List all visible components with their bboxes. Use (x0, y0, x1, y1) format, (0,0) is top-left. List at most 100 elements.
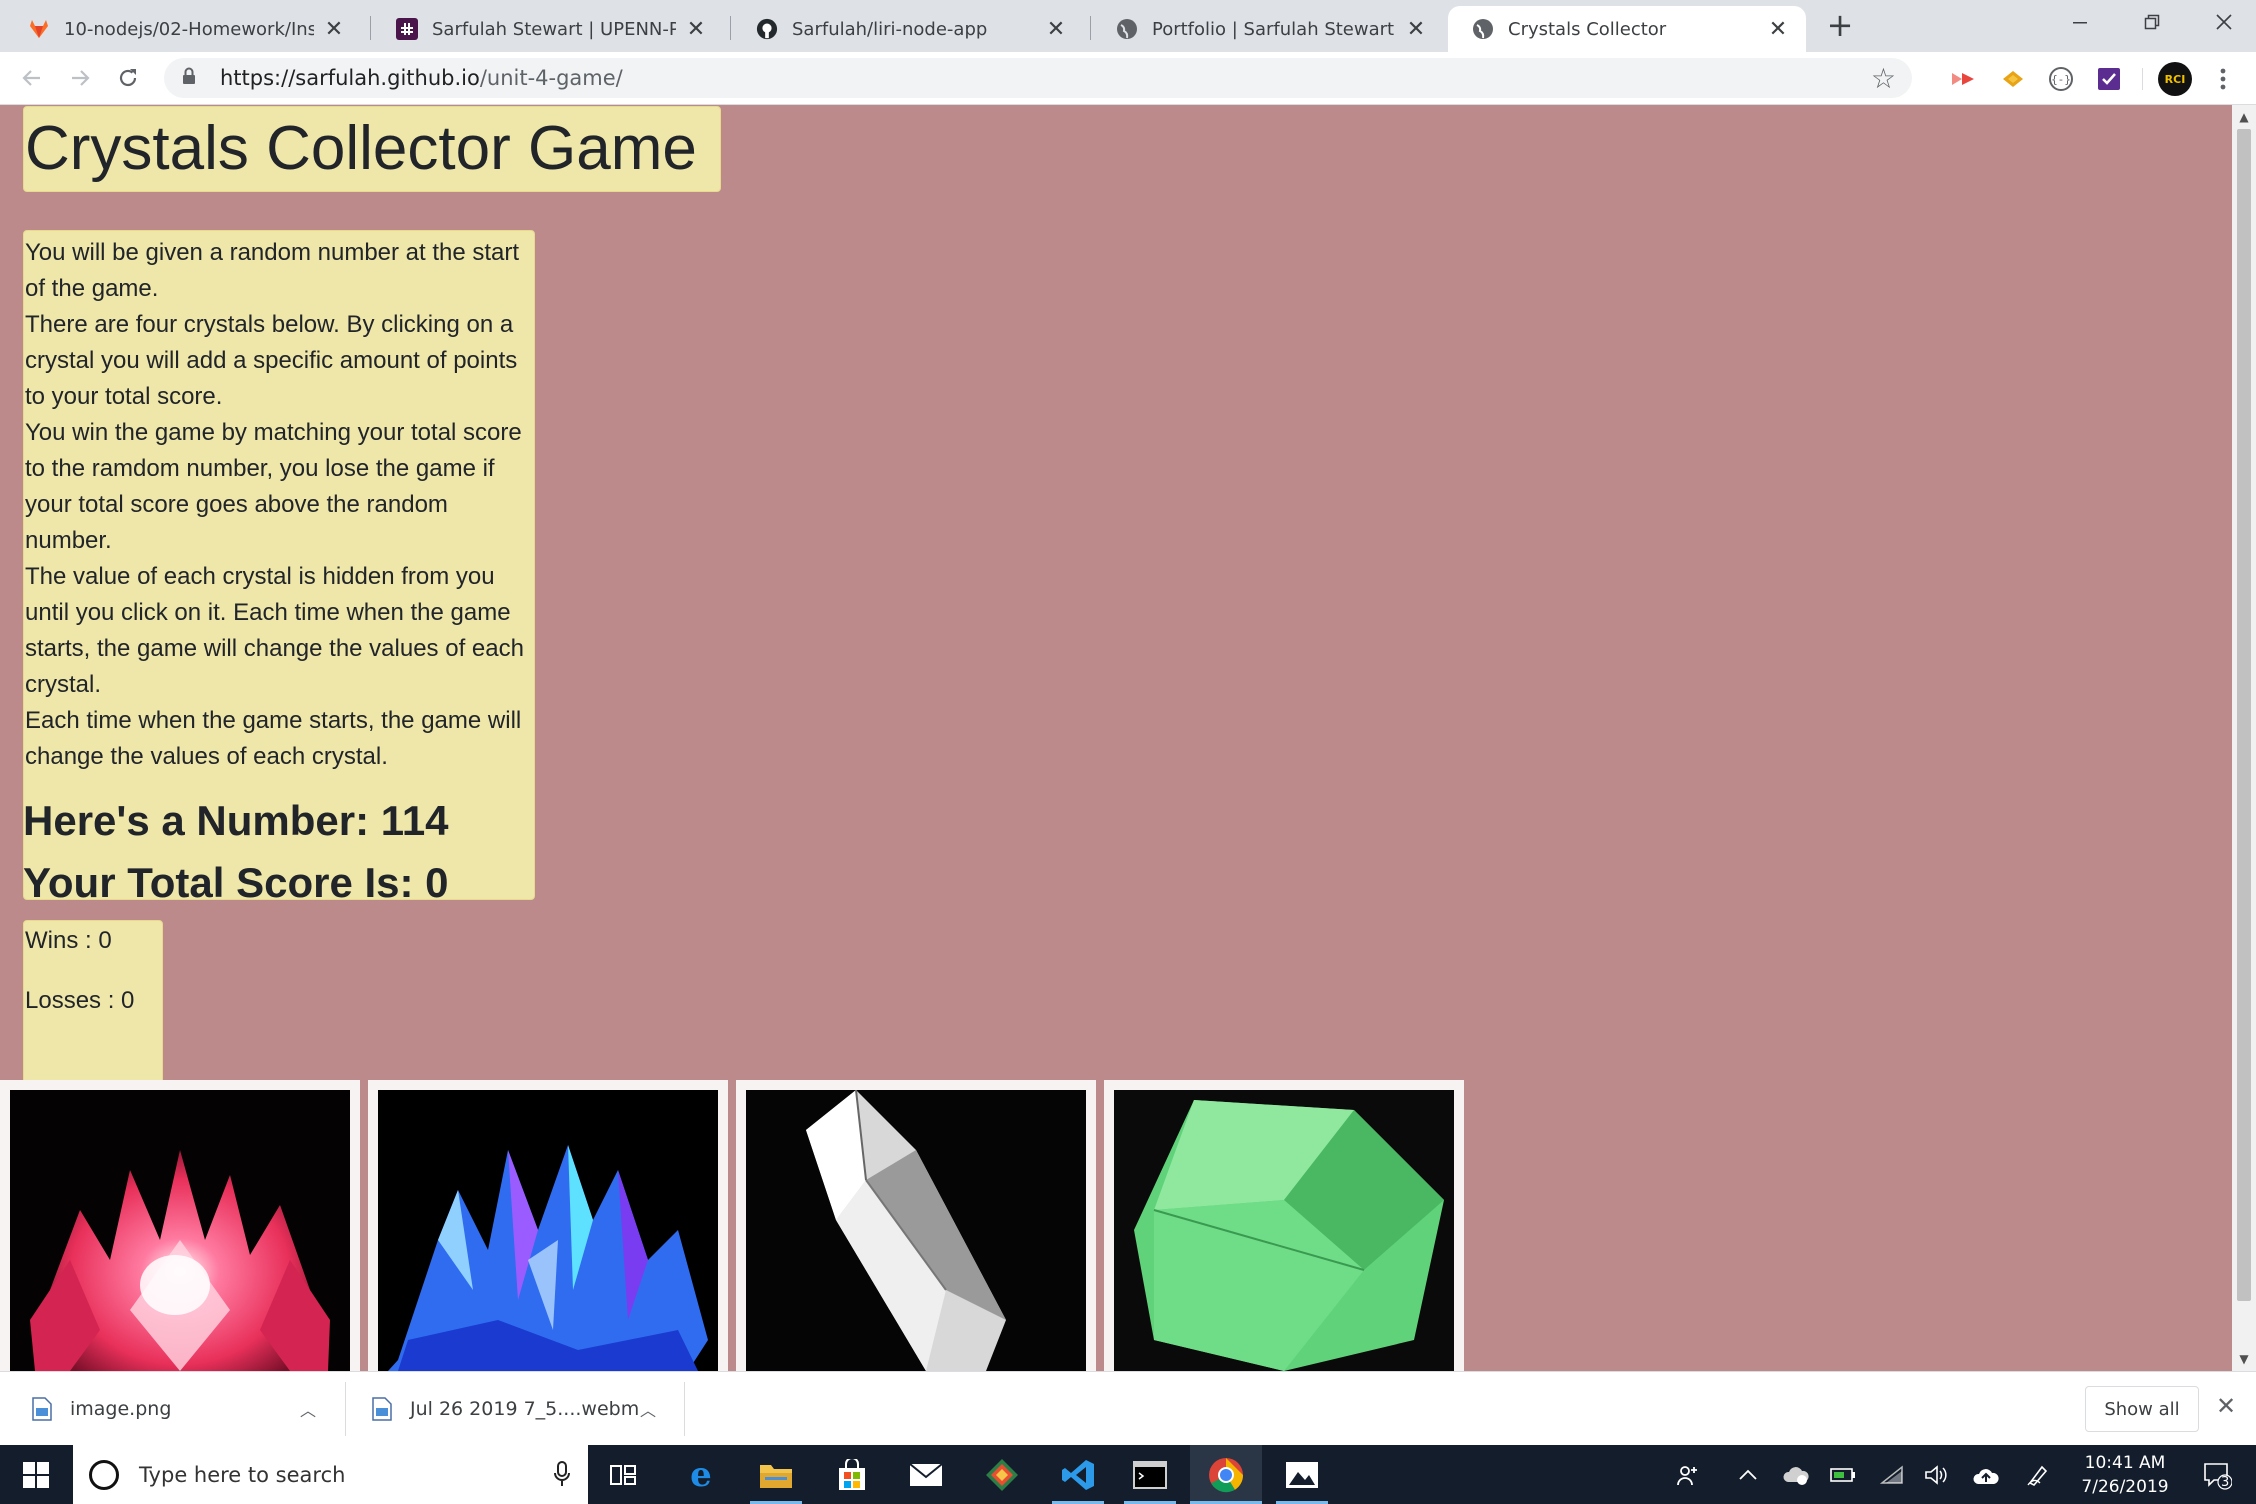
slack-icon (396, 18, 418, 40)
back-button[interactable] (14, 60, 50, 96)
minimize-icon (2073, 22, 2087, 24)
restore-icon (2144, 14, 2160, 30)
photos-icon[interactable] (1276, 1445, 1328, 1504)
wifi-icon[interactable] (1880, 1445, 1904, 1504)
task-view-icon[interactable] (600, 1445, 646, 1504)
scroll-up-arrow-icon[interactable]: ▲ (2232, 107, 2256, 127)
close-tab-icon[interactable]: ✕ (1766, 17, 1790, 42)
green-crystal-image (1114, 1090, 1454, 1371)
github-icon (756, 18, 778, 40)
show-all-downloads-button[interactable]: Show all (2085, 1386, 2199, 1432)
forward-button[interactable] (62, 60, 98, 96)
toolbar-separator (2142, 68, 2143, 90)
extension-purple-check-icon[interactable] (2094, 64, 2124, 94)
close-tab-icon[interactable]: ✕ (684, 17, 708, 42)
instruction-line: Each time when the game starts, the game… (25, 707, 522, 770)
upload-cloud-icon[interactable] (1972, 1445, 2000, 1504)
profile-avatar[interactable]: RCI (2158, 62, 2192, 96)
lock-icon (182, 67, 204, 89)
microphone-icon[interactable] (554, 1461, 570, 1493)
reload-button[interactable] (110, 60, 146, 96)
cortana-circle-icon (89, 1459, 119, 1490)
close-shelf-icon[interactable]: ✕ (2216, 1392, 2236, 1420)
microsoft-store-icon[interactable] (826, 1445, 878, 1504)
tab-portfolio[interactable]: Portfolio | Sarfulah Stewart ✕ (1092, 6, 1444, 52)
pen-workspace-icon[interactable] (2026, 1445, 2050, 1504)
close-tab-icon[interactable]: ✕ (1404, 17, 1428, 42)
tab-title: Sarfulah Stewart | UPENN-PHI-FS (432, 18, 676, 40)
bookmark-star-icon[interactable]: ☆ (1871, 62, 1896, 95)
extension-code-bracket-icon[interactable]: {-} (2046, 64, 2076, 94)
clock-date: 7/26/2019 (2081, 1477, 2169, 1497)
chrome-taskbar-icon[interactable] (1190, 1445, 1262, 1504)
pink-crystal-image (10, 1090, 350, 1371)
wins-counter: Wins : 0 (25, 927, 112, 954)
tab-slack[interactable]: Sarfulah Stewart | UPENN-PHI-FS ✕ (372, 6, 724, 52)
globe-icon (1116, 18, 1138, 40)
vscode-icon[interactable] (1052, 1445, 1104, 1504)
instruction-line: You win the game by matching your total … (25, 419, 522, 554)
globe-icon (1472, 18, 1494, 40)
title-box: Crystals Collector Game (23, 106, 721, 192)
download-item-webm[interactable]: Jul 26 2019 7_5....webm ︿ (372, 1372, 682, 1446)
green-crystal-button[interactable] (1104, 1080, 1464, 1371)
extension-red-arrows-icon[interactable] (1948, 64, 1978, 94)
blue-crystal-button[interactable] (368, 1080, 728, 1371)
page-viewport: Crystals Collector Game You will be give… (0, 105, 2256, 1371)
download-item-image-png[interactable]: image.png ︿ (32, 1372, 332, 1446)
terminal-icon[interactable] (1124, 1445, 1176, 1504)
tab-gitlab-instructions[interactable]: 10-nodejs/02-Homework/Instruc ✕ (4, 6, 362, 52)
instruction-line: You will be given a random number at the… (25, 239, 520, 302)
page-scrollbar[interactable]: ▲ ▼ (2232, 105, 2256, 1371)
browser-tab-strip: 10-nodejs/02-Homework/Instruc ✕ Sarfulah… (0, 0, 2256, 52)
browser-menu-button[interactable] (2208, 64, 2238, 94)
chevron-up-icon[interactable]: ︿ (640, 1397, 656, 1421)
blue-crystal-image (378, 1090, 718, 1371)
scroll-down-arrow-icon[interactable]: ▼ (2232, 1349, 2256, 1369)
close-icon (2216, 14, 2232, 30)
url-path: /unit-4-game/ (479, 66, 623, 90)
tab-separator (370, 16, 371, 40)
restore-window-button[interactable] (2116, 0, 2188, 44)
edge-browser-icon[interactable]: e (676, 1445, 726, 1504)
reload-icon (119, 69, 137, 87)
tab-title: Crystals Collector (1508, 18, 1667, 40)
start-button[interactable] (0, 1445, 72, 1504)
tab-crystals-collector[interactable]: Crystals Collector ✕ (1448, 6, 1806, 52)
gitlab-fox-icon (28, 18, 50, 40)
url-host: https://sarfulah.github.io (220, 66, 480, 90)
instruction-line: There are four crystals below. By clicki… (25, 311, 518, 410)
close-window-button[interactable] (2188, 0, 2256, 44)
system-clock[interactable]: 10:41 AM 7/26/2019 (2060, 1451, 2190, 1499)
page-title: Crystals Collector Game (25, 114, 697, 183)
close-tab-icon[interactable]: ✕ (1044, 17, 1068, 42)
back-arrow-icon (22, 70, 40, 86)
battery-icon[interactable] (1830, 1445, 1856, 1504)
new-tab-button[interactable]: + (1822, 8, 1858, 44)
tab-title: Portfolio | Sarfulah Stewart (1152, 18, 1395, 40)
tab-github-liri[interactable]: Sarfulah/liri-node-app ✕ (732, 6, 1084, 52)
scrollbar-thumb[interactable] (2237, 129, 2251, 1301)
onedrive-sync-icon[interactable] (1782, 1445, 1810, 1504)
clear-crystal-button[interactable] (736, 1080, 1096, 1371)
svg-text:{-}: {-} (2051, 73, 2071, 86)
gitkraken-icon[interactable] (976, 1445, 1028, 1504)
video-file-icon (372, 1397, 392, 1421)
people-icon[interactable] (1676, 1445, 1700, 1504)
chevron-up-icon[interactable]: ︿ (300, 1397, 316, 1421)
close-tab-icon[interactable]: ✕ (322, 17, 346, 42)
address-bar[interactable]: https://sarfulah.github.io/unit-4-game/ … (164, 58, 1912, 98)
taskbar-search-box[interactable]: Type here to search (73, 1445, 588, 1504)
volume-icon[interactable] (1924, 1445, 1948, 1504)
windows-taskbar: Type here to search e 10:41 AM 7/26/2019… (0, 1445, 2256, 1504)
tab-separator (1090, 16, 1091, 40)
extension-yellow-diamond-icon[interactable] (1998, 64, 2028, 94)
tab-separator (730, 16, 731, 40)
random-number-label: Here's a Number: 114 (23, 797, 449, 844)
file-explorer-icon[interactable] (750, 1445, 802, 1504)
mail-icon[interactable] (900, 1445, 952, 1504)
action-center-icon[interactable]: 3 (2192, 1445, 2242, 1504)
show-hidden-icons-chevron-icon[interactable] (1738, 1445, 1758, 1504)
minimize-window-button[interactable] (2044, 0, 2116, 44)
pink-crystal-button[interactable] (0, 1080, 360, 1371)
